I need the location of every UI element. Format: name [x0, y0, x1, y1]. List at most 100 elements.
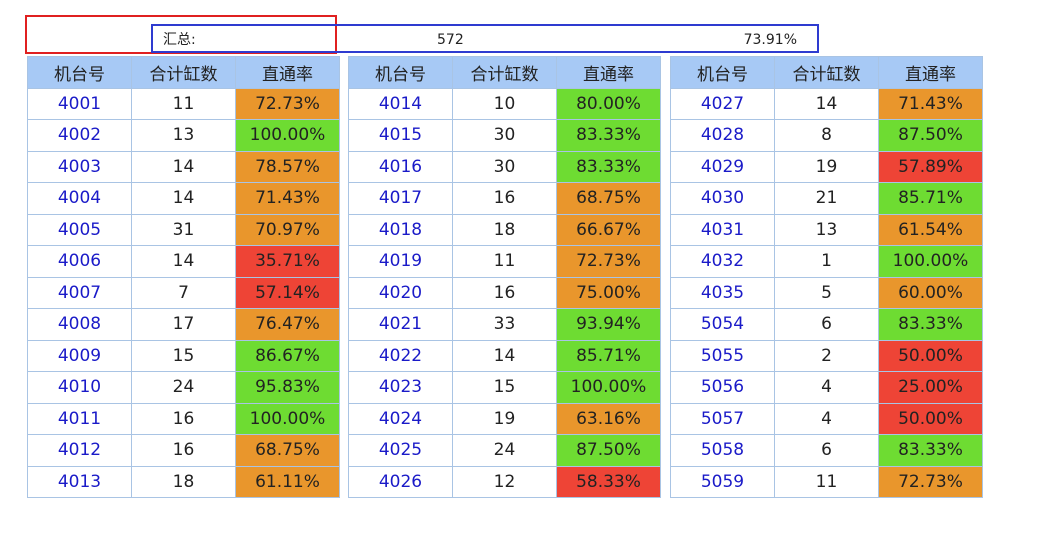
table-row[interactable]: 5058 6 83.33%: [670, 434, 983, 467]
table-row[interactable]: 4002 13 100.00%: [27, 119, 340, 152]
header-machine[interactable]: 机台号: [670, 56, 775, 89]
table-row[interactable]: 4010 24 95.83%: [27, 371, 340, 404]
table-row[interactable]: 4032 1 100.00%: [670, 245, 983, 278]
table-row[interactable]: 4029 19 57.89%: [670, 150, 983, 183]
machine-id-cell[interactable]: 5054: [670, 308, 775, 341]
machine-id-cell[interactable]: 4003: [27, 150, 132, 183]
table-row[interactable]: 5059 11 72.73%: [670, 465, 983, 498]
machine-id-cell[interactable]: 4011: [27, 402, 132, 435]
pass-rate-cell: 83.33%: [556, 119, 661, 152]
table-row[interactable]: 4004 14 71.43%: [27, 182, 340, 215]
pass-rate-cell: 66.67%: [556, 213, 661, 246]
batch-count-cell: 14: [131, 150, 236, 183]
machine-id-cell[interactable]: 4023: [348, 371, 453, 404]
summary-total-rate: 73.91%: [743, 32, 797, 48]
machine-id-cell[interactable]: 4008: [27, 308, 132, 341]
pass-rate-cell: 68.75%: [556, 182, 661, 215]
machine-id-cell[interactable]: 4027: [670, 87, 775, 120]
header-rate[interactable]: 直通率: [235, 56, 340, 89]
table-header-row: 机台号 合计缸数 直通率: [348, 56, 661, 89]
batch-count-cell: 16: [452, 276, 557, 309]
machine-id-cell[interactable]: 4010: [27, 371, 132, 404]
table-row[interactable]: 4024 19 63.16%: [348, 402, 661, 435]
machine-id-cell[interactable]: 4029: [670, 150, 775, 183]
pass-rate-cell: 72.73%: [878, 465, 983, 498]
machine-id-cell[interactable]: 4030: [670, 182, 775, 215]
machine-id-cell[interactable]: 4015: [348, 119, 453, 152]
table-row[interactable]: 4013 18 61.11%: [27, 465, 340, 498]
table-row[interactable]: 4014 10 80.00%: [348, 87, 661, 120]
machine-id-cell[interactable]: 4035: [670, 276, 775, 309]
machine-id-cell[interactable]: 4009: [27, 339, 132, 372]
header-machine[interactable]: 机台号: [27, 56, 132, 89]
header-machine[interactable]: 机台号: [348, 56, 453, 89]
machine-id-cell[interactable]: 5057: [670, 402, 775, 435]
table-row[interactable]: 4007 7 57.14%: [27, 276, 340, 309]
table-row[interactable]: 4022 14 85.71%: [348, 339, 661, 372]
machine-id-cell[interactable]: 4014: [348, 87, 453, 120]
header-count[interactable]: 合计缸数: [452, 56, 557, 89]
machine-id-cell[interactable]: 4019: [348, 245, 453, 278]
header-count[interactable]: 合计缸数: [131, 56, 236, 89]
batch-count-cell: 15: [452, 371, 557, 404]
machine-id-cell[interactable]: 5058: [670, 434, 775, 467]
table-row[interactable]: 4012 16 68.75%: [27, 434, 340, 467]
table-row[interactable]: 4026 12 58.33%: [348, 465, 661, 498]
pass-rate-cell: 57.89%: [878, 150, 983, 183]
machine-id-cell[interactable]: 4017: [348, 182, 453, 215]
machine-id-cell[interactable]: 4022: [348, 339, 453, 372]
table-row[interactable]: 4021 33 93.94%: [348, 308, 661, 341]
header-rate[interactable]: 直通率: [878, 56, 983, 89]
machine-id-cell[interactable]: 5055: [670, 339, 775, 372]
machine-id-cell[interactable]: 4031: [670, 213, 775, 246]
header-rate[interactable]: 直通率: [556, 56, 661, 89]
machine-id-cell[interactable]: 4020: [348, 276, 453, 309]
table-row[interactable]: 4011 16 100.00%: [27, 402, 340, 435]
machine-id-cell[interactable]: 4024: [348, 402, 453, 435]
machine-id-cell[interactable]: 4025: [348, 434, 453, 467]
table-row[interactable]: 4016 30 83.33%: [348, 150, 661, 183]
machine-id-cell[interactable]: 4007: [27, 276, 132, 309]
table-row[interactable]: 4015 30 83.33%: [348, 119, 661, 152]
table-row[interactable]: 4030 21 85.71%: [670, 182, 983, 215]
table-row[interactable]: 4023 15 100.00%: [348, 371, 661, 404]
table-row[interactable]: 4025 24 87.50%: [348, 434, 661, 467]
machine-id-cell[interactable]: 4001: [27, 87, 132, 120]
machine-id-cell[interactable]: 4032: [670, 245, 775, 278]
table-row[interactable]: 5054 6 83.33%: [670, 308, 983, 341]
table-row[interactable]: 4005 31 70.97%: [27, 213, 340, 246]
table-row[interactable]: 4031 13 61.54%: [670, 213, 983, 246]
machine-id-cell[interactable]: 5059: [670, 465, 775, 498]
machine-id-cell[interactable]: 4016: [348, 150, 453, 183]
pass-rate-cell: 83.33%: [556, 150, 661, 183]
machine-id-cell[interactable]: 4026: [348, 465, 453, 498]
table-row[interactable]: 4001 11 72.73%: [27, 87, 340, 120]
table-row[interactable]: 4028 8 87.50%: [670, 119, 983, 152]
machine-id-cell[interactable]: 4005: [27, 213, 132, 246]
header-count[interactable]: 合计缸数: [774, 56, 879, 89]
batch-count-cell: 13: [131, 119, 236, 152]
machine-id-cell[interactable]: 4018: [348, 213, 453, 246]
table-row[interactable]: 4027 14 71.43%: [670, 87, 983, 120]
table-row[interactable]: 4009 15 86.67%: [27, 339, 340, 372]
batch-count-cell: 16: [452, 182, 557, 215]
table-row[interactable]: 4006 14 35.71%: [27, 245, 340, 278]
machine-id-cell[interactable]: 4004: [27, 182, 132, 215]
table-row[interactable]: 4018 18 66.67%: [348, 213, 661, 246]
table-row[interactable]: 4019 11 72.73%: [348, 245, 661, 278]
machine-id-cell[interactable]: 5056: [670, 371, 775, 404]
table-row[interactable]: 4008 17 76.47%: [27, 308, 340, 341]
machine-id-cell[interactable]: 4006: [27, 245, 132, 278]
table-row[interactable]: 4035 5 60.00%: [670, 276, 983, 309]
table-row[interactable]: 4003 14 78.57%: [27, 150, 340, 183]
table-row[interactable]: 4017 16 68.75%: [348, 182, 661, 215]
table-row[interactable]: 5055 2 50.00%: [670, 339, 983, 372]
machine-id-cell[interactable]: 4028: [670, 119, 775, 152]
table-row[interactable]: 5057 4 50.00%: [670, 402, 983, 435]
table-row[interactable]: 5056 4 25.00%: [670, 371, 983, 404]
machine-id-cell[interactable]: 4012: [27, 434, 132, 467]
machine-id-cell[interactable]: 4013: [27, 465, 132, 498]
table-row[interactable]: 4020 16 75.00%: [348, 276, 661, 309]
machine-id-cell[interactable]: 4002: [27, 119, 132, 152]
machine-id-cell[interactable]: 4021: [348, 308, 453, 341]
